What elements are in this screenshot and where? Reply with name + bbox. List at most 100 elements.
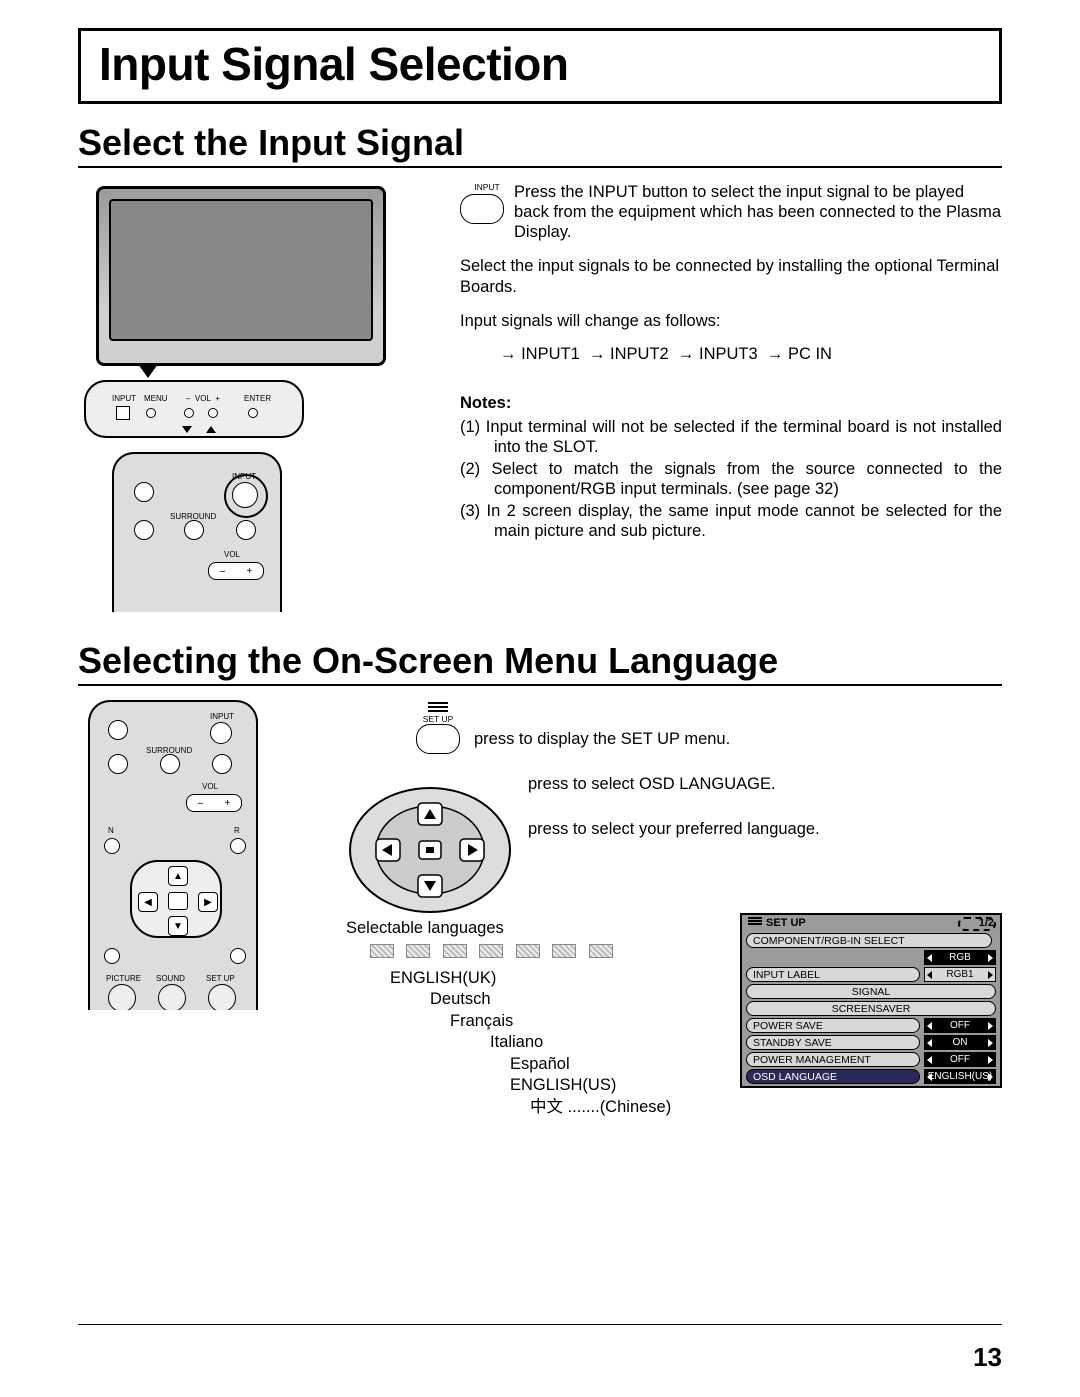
lang-swatch-icon	[516, 944, 540, 958]
note-3: (3) In 2 screen display, the same input …	[460, 501, 1002, 541]
r2-vol-label: VOL	[202, 782, 218, 791]
cycle-input2: INPUT2	[589, 345, 669, 363]
input-cycle: INPUT1 INPUT2 INPUT3 PC IN	[500, 345, 1002, 364]
osd-val-input-label: RGB1	[924, 967, 996, 982]
r2-r-label: R	[234, 826, 240, 835]
remote-input-highlight	[224, 474, 268, 518]
r2-input-label: INPUT	[210, 712, 234, 721]
instr-display-setup: press to display the SET UP menu.	[474, 730, 1002, 749]
r2-bl-button	[104, 948, 120, 964]
r2-setup-label: SET UP	[206, 974, 235, 983]
r2-dpad: ▲ ◀ ▶ ▼	[130, 860, 222, 940]
r2-btn-a	[108, 754, 128, 774]
para-press-input: Press the INPUT button to select the inp…	[514, 182, 1002, 242]
lang-swatch-icon	[443, 944, 467, 958]
tv-illustration	[96, 186, 386, 366]
lang-swatch-icon	[370, 944, 394, 958]
r2-mute-button	[212, 754, 232, 774]
control-panel-illustration: INPUT MENU – VOL + ENTER	[84, 380, 304, 438]
para-terminal-boards: Select the input signals to be connected…	[460, 256, 1002, 296]
lang-swatch-icon	[552, 944, 576, 958]
panel-enter-label: ENTER	[244, 394, 271, 403]
r2-ok-button	[168, 892, 188, 910]
r2-vol-bar: –+	[186, 794, 242, 812]
panel-menu-label: MENU	[144, 394, 168, 403]
panel-enter-button	[248, 408, 258, 418]
remote-surround-button	[184, 520, 204, 540]
panel-input-button	[116, 406, 130, 420]
r2-power-button	[108, 720, 128, 740]
osd-setup-panel: SET UP 1/2 COMPONENT/RGB-IN SELECT RGB I…	[740, 913, 1002, 1088]
r2-br-button	[230, 948, 246, 964]
r2-setup-button	[208, 984, 236, 1010]
osd-val-power-save: OFF	[924, 1018, 996, 1033]
osd-val-power-mgmt: OFF	[924, 1052, 996, 1067]
remote-btn-a	[134, 520, 154, 540]
panel-tri-down-icon	[182, 426, 192, 433]
cycle-input1: INPUT1	[500, 345, 580, 363]
input-button-row: INPUT Press the INPUT button to select t…	[460, 182, 1002, 256]
hamburger-icon	[748, 917, 762, 926]
r2-sound-label: SOUND	[156, 974, 185, 983]
cycle-input3: INPUT3	[678, 345, 758, 363]
osd-val-component: RGB	[924, 950, 996, 965]
r2-up-button: ▲	[168, 866, 188, 886]
setup-button-label: SET UP	[416, 714, 460, 724]
remote-vol-bar: –+	[208, 562, 264, 580]
cycle-pcin: PC IN	[767, 345, 832, 363]
lang-swatch-icon	[479, 944, 503, 958]
input-button-graphic: INPUT	[460, 182, 514, 224]
section2-remote-col: INPUT SURROUND VOL –+ N R ▲ ◀ ▶ ▼	[78, 700, 338, 1118]
r2-down-button: ▼	[168, 916, 188, 936]
lang-swatch-icon	[589, 944, 613, 958]
setup-button-graphic: SET UP	[416, 700, 460, 759]
section2-instructions: SET UP press to display the SET UP menu.	[338, 700, 1002, 1118]
section1-illustrations: INPUT MENU – VOL + ENTER INPUT SURROUND …	[78, 182, 438, 612]
section1-text: INPUT Press the INPUT button to select t…	[438, 182, 1002, 544]
section1-body: INPUT MENU – VOL + ENTER INPUT SURROUND …	[78, 182, 1002, 612]
remote-illustration-full: INPUT SURROUND VOL –+ N R ▲ ◀ ▶ ▼	[88, 700, 258, 1010]
section2-heading: Selecting the On-Screen Menu Language	[78, 640, 1002, 686]
osd-title: SET UP	[748, 917, 806, 929]
r2-picture-label: PICTURE	[106, 974, 141, 983]
panel-menu-button	[146, 408, 156, 418]
notes-heading: Notes:	[460, 394, 1002, 413]
callout-arrow-icon	[138, 364, 158, 378]
osd-row-power-mgmt: POWER MANAGEMENT	[746, 1052, 920, 1067]
osd-row-screensaver: SCREENSAVER	[746, 1001, 996, 1016]
notes-block: Notes: (1) Input terminal will not be se…	[460, 394, 1002, 542]
r2-n-button	[104, 838, 120, 854]
remote-power-button	[134, 482, 154, 502]
remote-vol-label: VOL	[224, 550, 240, 559]
input-button-label: INPUT	[460, 182, 514, 192]
para-change-follows: Input signals will change as follows:	[460, 311, 1002, 331]
r2-sound-button	[158, 984, 186, 1010]
page-title-box: Input Signal Selection	[78, 28, 1002, 104]
hamburger-icon	[428, 702, 448, 712]
osd-row-power-save: POWER SAVE	[746, 1018, 920, 1033]
dpad-illustration	[346, 783, 514, 913]
osd-row-input-label: INPUT LABEL	[746, 967, 920, 982]
instr-select-lang: press to select your preferred language.	[528, 820, 1002, 839]
panel-input-label: INPUT	[112, 394, 136, 403]
section2-body: INPUT SURROUND VOL –+ N R ▲ ◀ ▶ ▼	[78, 700, 1002, 1118]
note-2: (2) Select to match the signals from the…	[460, 459, 1002, 499]
r2-left-button: ◀	[138, 892, 158, 912]
lang-chinese: 中文 .......(Chinese)	[370, 1097, 1002, 1118]
lang-swatch-icon	[406, 944, 430, 958]
page-number: 13	[973, 1342, 1002, 1373]
osd-val-standby-save: ON	[924, 1035, 996, 1050]
r2-input-button	[210, 722, 232, 744]
osd-row-component: COMPONENT/RGB-IN SELECT	[746, 933, 992, 948]
instr-select-osd: press to select OSD LANGUAGE.	[528, 775, 1002, 794]
r2-n-label: N	[108, 826, 114, 835]
footer-rule	[78, 1324, 1002, 1325]
remote-mute-button	[236, 520, 256, 540]
r2-picture-button	[108, 984, 136, 1010]
osd-row-osd-language: OSD LANGUAGE	[746, 1069, 920, 1084]
r2-r-button	[230, 838, 246, 854]
osd-page-indicator: 1/2	[979, 917, 994, 929]
section1-heading: Select the Input Signal	[78, 122, 1002, 168]
osd-row-signal: SIGNAL	[746, 984, 996, 999]
panel-vol-label: – VOL +	[186, 394, 220, 403]
